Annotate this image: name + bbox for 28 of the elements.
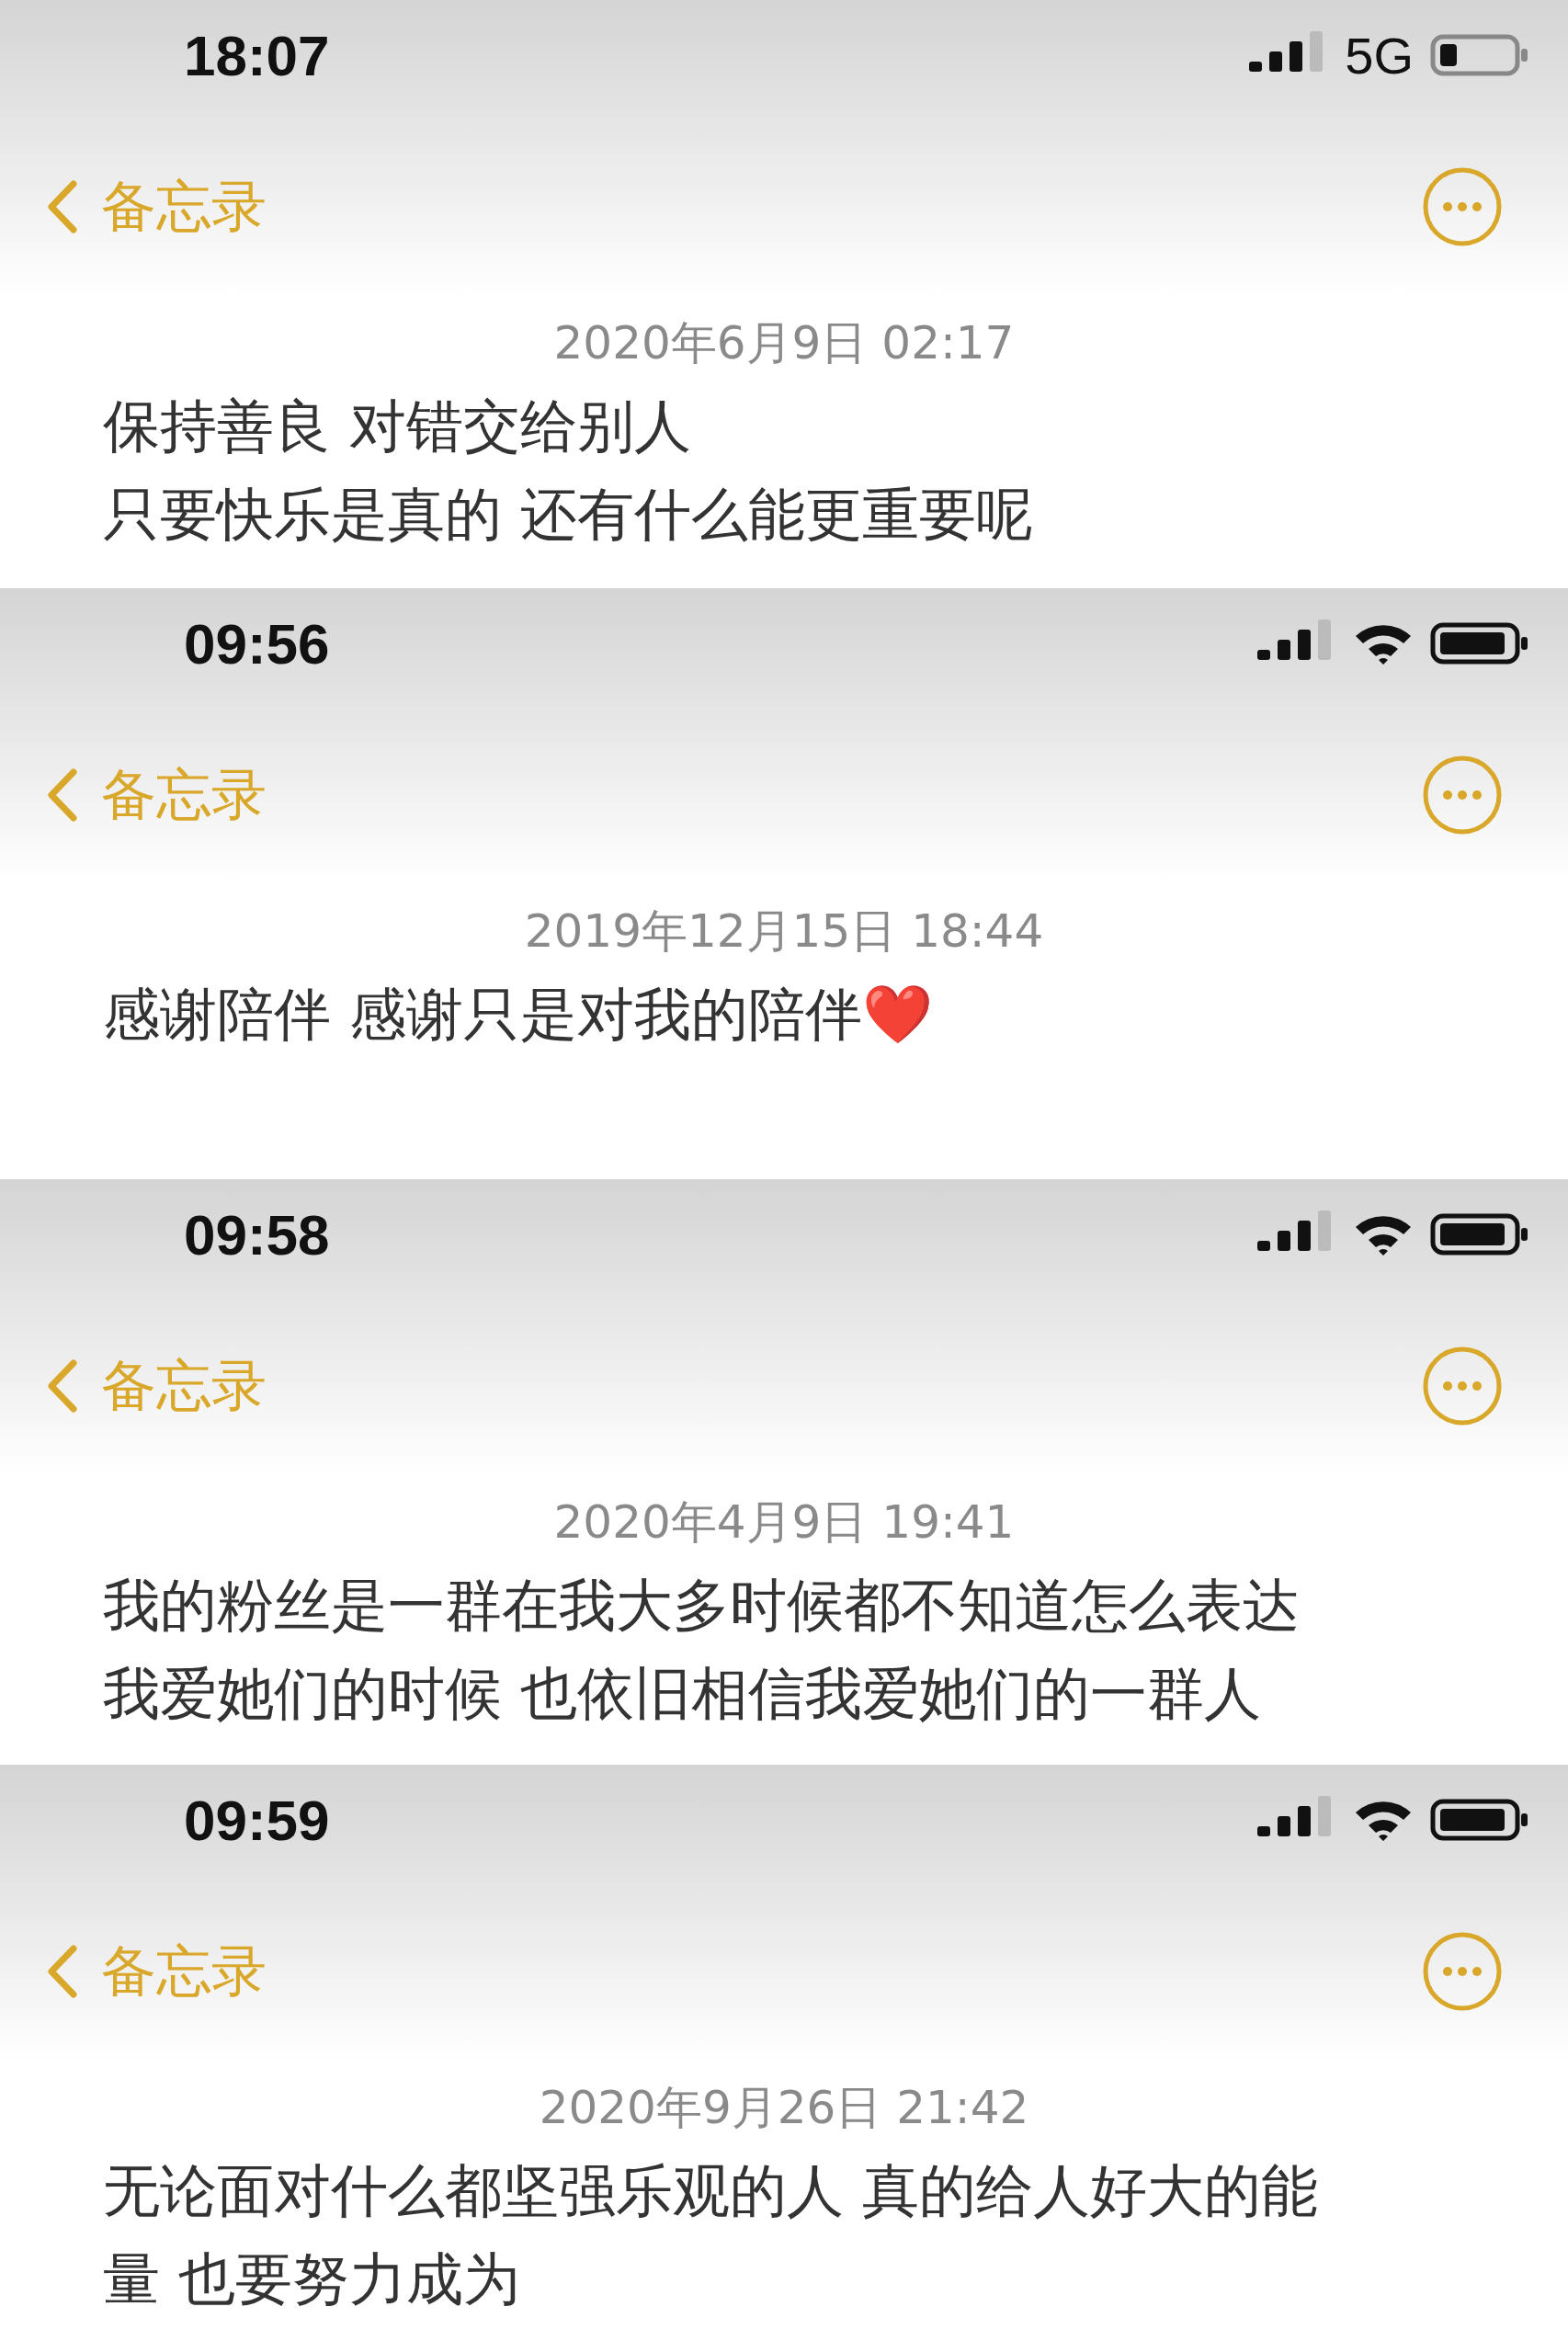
chevron-icon: [46, 180, 77, 233]
note-date: 2020年4月9日 19:41: [552, 1494, 1016, 1551]
note-text: 量 也要努力成为: [103, 2245, 521, 2313]
status-time: 09:58: [184, 1201, 330, 1267]
network-label: 5G: [1345, 25, 1414, 85]
note-text: 只要快乐是真的 还有什么能更重要呢: [103, 481, 1034, 549]
chevron-icon: [46, 768, 77, 822]
chevron-icon: [46, 1359, 77, 1413]
more-icon[interactable]: [1421, 1930, 1504, 2013]
note-text: 感谢陪伴 感谢只是对我的陪伴❤: [103, 981, 934, 1049]
status-time: 09:59: [184, 1787, 330, 1853]
more-icon[interactable]: [1421, 754, 1504, 836]
note-date: 2020年9月26日 21:42: [538, 2080, 1030, 2136]
more-icon[interactable]: [1421, 1345, 1504, 1427]
note-date: 2019年12月15日 18:44: [523, 903, 1045, 960]
status-time: 18:07: [184, 22, 330, 88]
chevron-icon: [46, 1945, 77, 1998]
more-icon[interactable]: [1421, 165, 1504, 248]
note-text: 保持善良 对错交给别人: [103, 392, 692, 460]
note-text: 我的粉丝是一群在我大多时候都不知道怎么表达: [103, 1572, 1301, 1640]
status-time: 09:56: [184, 610, 330, 676]
back-button[interactable]: 备忘录: [46, 1934, 267, 2009]
note-date: 2020年6月9日 02:17: [552, 315, 1016, 371]
note-text: 我爱她们的时候 也依旧相信我爱她们的一群人: [103, 1660, 1262, 1728]
back-button[interactable]: 备忘录: [46, 169, 267, 244]
back-button[interactable]: 备忘录: [46, 1348, 267, 1424]
back-button[interactable]: 备忘录: [46, 757, 267, 833]
note-text: 无论面对什么都坚强乐观的人 真的给人好大的能: [103, 2157, 1319, 2225]
